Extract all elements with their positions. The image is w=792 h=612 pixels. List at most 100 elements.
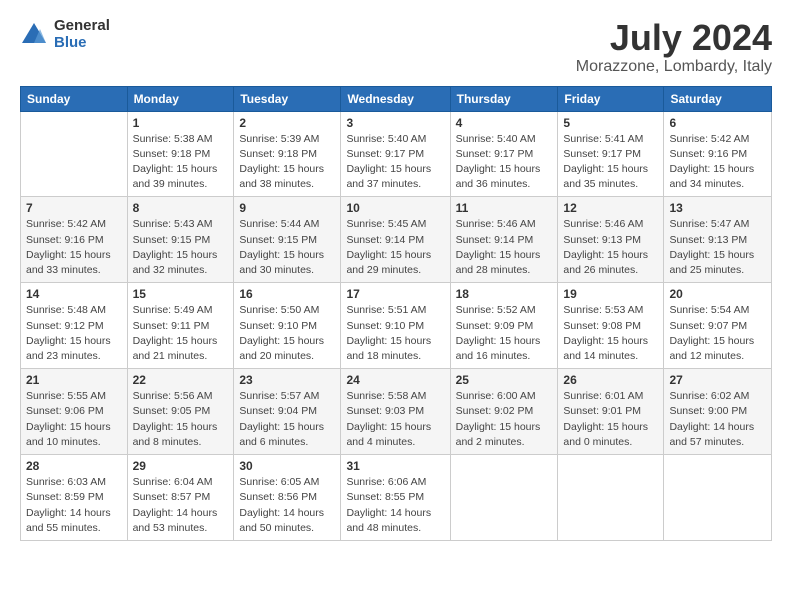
day-info: Sunrise: 5:38 AMSunset: 9:18 PMDaylight:… (133, 132, 229, 193)
calendar-cell: 20Sunrise: 5:54 AMSunset: 9:07 PMDayligh… (664, 283, 772, 369)
logo-general-text: General (54, 18, 110, 35)
calendar-cell: 21 Sunrise: 5:55 AMSunset: 9:06 PMDayligh… (21, 369, 128, 455)
day-number: 25 (456, 373, 553, 387)
calendar-cell: 11 Sunrise: 5:46 AMSunset: 9:14 PMDayligh… (450, 197, 558, 283)
day-info: Sunrise: 5:47 AMSunset: 9:13 PMDaylight:… (669, 217, 766, 278)
day-info: Sunrise: 5:48 AMSunset: 9:12 PMDaylight:… (26, 303, 122, 364)
col-saturday: Saturday (664, 86, 772, 111)
day-number: 21 (26, 373, 122, 387)
day-info: Sunrise: 5:39 AMSunset: 9:18 PMDaylight:… (239, 132, 335, 193)
day-number: 23 (239, 373, 335, 387)
calendar-cell (21, 111, 128, 197)
calendar-cell: 3Sunrise: 5:40 AMSunset: 9:17 PMDaylight… (341, 111, 450, 197)
day-info: Sunrise: 5:40 AMSunset: 9:17 PMDaylight:… (456, 132, 553, 193)
calendar-cell: 29 Sunrise: 6:04 AMSunset: 8:57 PMDayligh… (127, 455, 234, 541)
day-info: Sunrise: 5:56 AMSunset: 9:05 PMDaylight:… (133, 389, 229, 450)
day-info: Sunrise: 5:53 AMSunset: 9:08 PMDaylight:… (563, 303, 658, 364)
calendar-cell: 14Sunrise: 5:48 AMSunset: 9:12 PMDayligh… (21, 283, 128, 369)
calendar-cell: 25 Sunrise: 6:00 AMSunset: 9:02 PMDayligh… (450, 369, 558, 455)
logo-text: General Blue (54, 18, 110, 51)
day-number: 3 (346, 116, 444, 130)
day-info: Sunrise: 5:50 AMSunset: 9:10 PMDaylight:… (239, 303, 335, 364)
day-info: Sunrise: 5:44 AMSunset: 9:15 PMDaylight:… (239, 217, 335, 278)
day-info: Sunrise: 5:57 AMSunset: 9:04 PMDaylight:… (239, 389, 335, 450)
day-number: 28 (26, 459, 122, 473)
day-number: 27 (669, 373, 766, 387)
day-number: 16 (239, 287, 335, 301)
day-number: 5 (563, 116, 658, 130)
day-info: Sunrise: 5:43 AMSunset: 9:15 PMDaylight:… (133, 217, 229, 278)
day-number: 9 (239, 201, 335, 215)
day-number: 2 (239, 116, 335, 130)
week-row-1: 1Sunrise: 5:38 AMSunset: 9:18 PMDaylight… (21, 111, 772, 197)
calendar-cell: 10Sunrise: 5:45 AMSunset: 9:14 PMDayligh… (341, 197, 450, 283)
day-number: 22 (133, 373, 229, 387)
week-row-5: 28 Sunrise: 6:03 AMSunset: 8:59 PMDayligh… (21, 455, 772, 541)
day-number: 19 (563, 287, 658, 301)
day-number: 20 (669, 287, 766, 301)
day-info: Sunrise: 6:02 AMSunset: 9:00 PMDaylight:… (669, 389, 766, 450)
day-info: Sunrise: 5:58 AMSunset: 9:03 PMDaylight:… (346, 389, 444, 450)
calendar-title: July 2024 (576, 18, 772, 58)
day-number: 18 (456, 287, 553, 301)
calendar-cell (558, 455, 664, 541)
day-info: Sunrise: 5:42 AMSunset: 9:16 PMDaylight:… (26, 217, 122, 278)
col-tuesday: Tuesday (234, 86, 341, 111)
calendar-cell: 12 Sunrise: 5:46 AMSunset: 9:13 PMDayligh… (558, 197, 664, 283)
day-number: 31 (346, 459, 444, 473)
calendar-cell: 1Sunrise: 5:38 AMSunset: 9:18 PMDaylight… (127, 111, 234, 197)
day-info: Sunrise: 5:46 AMSunset: 9:14 PMDaylight:… (456, 217, 553, 278)
calendar-cell: 13 Sunrise: 5:47 AMSunset: 9:13 PMDayligh… (664, 197, 772, 283)
calendar-cell: 18 Sunrise: 5:52 AMSunset: 9:09 PMDayligh… (450, 283, 558, 369)
calendar-cell: 2 Sunrise: 5:39 AMSunset: 9:18 PMDaylight… (234, 111, 341, 197)
week-row-3: 14Sunrise: 5:48 AMSunset: 9:12 PMDayligh… (21, 283, 772, 369)
col-wednesday: Wednesday (341, 86, 450, 111)
day-number: 4 (456, 116, 553, 130)
day-number: 26 (563, 373, 658, 387)
calendar-cell: 17Sunrise: 5:51 AMSunset: 9:10 PMDayligh… (341, 283, 450, 369)
day-info: Sunrise: 5:52 AMSunset: 9:09 PMDaylight:… (456, 303, 553, 364)
day-number: 13 (669, 201, 766, 215)
logo: General Blue (20, 18, 110, 51)
calendar-cell: 9 Sunrise: 5:44 AMSunset: 9:15 PMDaylight… (234, 197, 341, 283)
day-info: Sunrise: 6:00 AMSunset: 9:02 PMDaylight:… (456, 389, 553, 450)
day-info: Sunrise: 5:55 AMSunset: 9:06 PMDaylight:… (26, 389, 122, 450)
col-sunday: Sunday (21, 86, 128, 111)
day-info: Sunrise: 5:42 AMSunset: 9:16 PMDaylight:… (669, 132, 766, 193)
day-number: 15 (133, 287, 229, 301)
calendar-cell: 6 Sunrise: 5:42 AMSunset: 9:16 PMDaylight… (664, 111, 772, 197)
calendar-header: Sunday Monday Tuesday Wednesday Thursday… (21, 86, 772, 111)
day-number: 29 (133, 459, 229, 473)
calendar-cell: 27 Sunrise: 6:02 AMSunset: 9:00 PMDayligh… (664, 369, 772, 455)
day-number: 6 (669, 116, 766, 130)
day-info: Sunrise: 6:03 AMSunset: 8:59 PMDaylight:… (26, 475, 122, 536)
day-number: 30 (239, 459, 335, 473)
title-block: July 2024 Morazzone, Lombardy, Italy (576, 18, 772, 76)
day-number: 12 (563, 201, 658, 215)
day-info: Sunrise: 5:49 AMSunset: 9:11 PMDaylight:… (133, 303, 229, 364)
header-row: Sunday Monday Tuesday Wednesday Thursday… (21, 86, 772, 111)
day-number: 11 (456, 201, 553, 215)
calendar-cell: 23 Sunrise: 5:57 AMSunset: 9:04 PMDayligh… (234, 369, 341, 455)
calendar-cell (450, 455, 558, 541)
day-info: Sunrise: 5:41 AMSunset: 9:17 PMDaylight:… (563, 132, 658, 193)
calendar-cell: 24Sunrise: 5:58 AMSunset: 9:03 PMDayligh… (341, 369, 450, 455)
calendar-cell: 22 Sunrise: 5:56 AMSunset: 9:05 PMDayligh… (127, 369, 234, 455)
day-info: Sunrise: 5:51 AMSunset: 9:10 PMDaylight:… (346, 303, 444, 364)
calendar-body: 1Sunrise: 5:38 AMSunset: 9:18 PMDaylight… (21, 111, 772, 540)
calendar-cell: 16 Sunrise: 5:50 AMSunset: 9:10 PMDayligh… (234, 283, 341, 369)
day-info: Sunrise: 6:01 AMSunset: 9:01 PMDaylight:… (563, 389, 658, 450)
calendar-table: Sunday Monday Tuesday Wednesday Thursday… (20, 86, 772, 541)
week-row-2: 7Sunrise: 5:42 AMSunset: 9:16 PMDaylight… (21, 197, 772, 283)
calendar-cell: 28 Sunrise: 6:03 AMSunset: 8:59 PMDayligh… (21, 455, 128, 541)
header: General Blue July 2024 Morazzone, Lombar… (20, 18, 772, 76)
logo-blue-text: Blue (54, 35, 110, 52)
day-info: Sunrise: 6:04 AMSunset: 8:57 PMDaylight:… (133, 475, 229, 536)
day-info: Sunrise: 5:46 AMSunset: 9:13 PMDaylight:… (563, 217, 658, 278)
calendar-cell: 8Sunrise: 5:43 AMSunset: 9:15 PMDaylight… (127, 197, 234, 283)
calendar-cell: 31Sunrise: 6:06 AMSunset: 8:55 PMDayligh… (341, 455, 450, 541)
calendar-cell: 15 Sunrise: 5:49 AMSunset: 9:11 PMDayligh… (127, 283, 234, 369)
day-info: Sunrise: 6:05 AMSunset: 8:56 PMDaylight:… (239, 475, 335, 536)
day-info: Sunrise: 5:45 AMSunset: 9:14 PMDaylight:… (346, 217, 444, 278)
week-row-4: 21 Sunrise: 5:55 AMSunset: 9:06 PMDayligh… (21, 369, 772, 455)
